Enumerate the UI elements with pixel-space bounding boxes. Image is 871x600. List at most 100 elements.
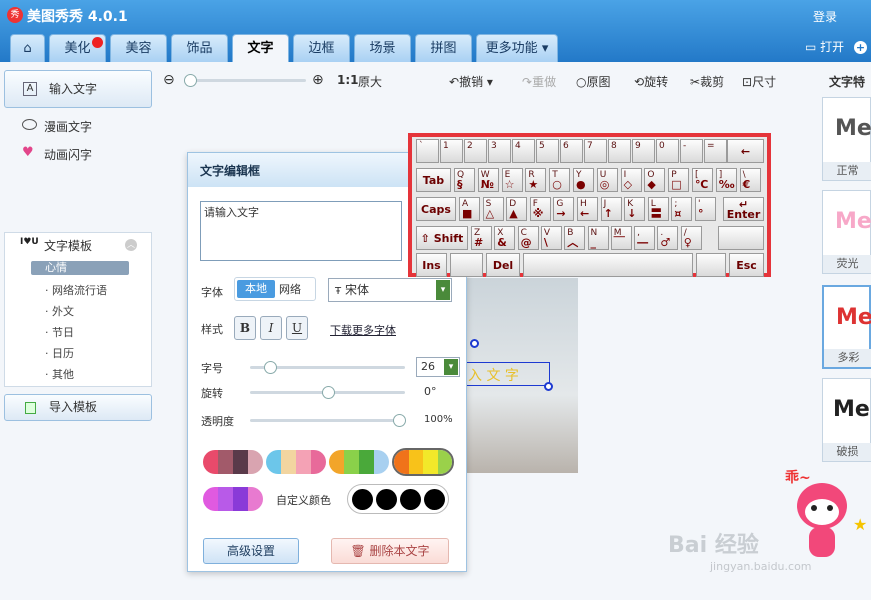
tab-scene[interactable]: 场景 <box>354 34 411 62</box>
original-image-button[interactable]: ○原图 <box>576 73 611 90</box>
zoom-slider[interactable] <box>184 74 306 87</box>
tab-collage[interactable]: 拼图 <box>415 34 472 62</box>
template-sub-calendar[interactable]: · 日历 <box>45 345 74 361</box>
key-=[interactable]: = <box>704 139 727 163</box>
key-M[interactable]: M ￣ <box>610 226 632 250</box>
custom-color-4[interactable] <box>424 489 445 510</box>
login-link[interactable]: 登录 <box>813 8 837 25</box>
font-local-option[interactable]: 本地 <box>237 280 275 298</box>
tab-beautify[interactable]: 美化 <box>49 34 106 62</box>
open-button[interactable]: ▭ 打开 + <box>805 38 868 55</box>
key-3[interactable]: 3 <box>488 139 511 163</box>
effect-glow[interactable]: Me 荧光 <box>822 190 871 274</box>
redo-button[interactable]: ↷重做 <box>522 73 556 90</box>
key-/[interactable]: / ♀ <box>680 226 702 250</box>
key-backslash[interactable]: \ € <box>739 168 761 192</box>
caps-key[interactable]: Caps <box>416 197 456 221</box>
template-sub-mood[interactable]: 心情 <box>31 261 129 275</box>
key-T[interactable]: T ○ <box>549 168 571 192</box>
resize-handle-icon[interactable] <box>544 382 553 391</box>
effect-colorful[interactable]: Me 多彩 <box>822 285 871 369</box>
space-key[interactable] <box>523 253 693 277</box>
key-S[interactable]: S △ <box>482 197 504 221</box>
key-R[interactable]: R ★ <box>525 168 547 192</box>
key-1[interactable]: 1 <box>440 139 463 163</box>
add-icon[interactable]: + <box>854 41 868 54</box>
shift-key[interactable]: ⇧ Shift <box>416 226 468 250</box>
delete-text-button[interactable]: 🗑 删除本文字 <box>331 538 449 564</box>
rotate-slider-knob[interactable] <box>322 386 335 399</box>
key-9[interactable]: 9 <box>632 139 655 163</box>
tab-key[interactable]: Tab <box>416 168 451 192</box>
sidebar-item-comic-text[interactable]: 漫画文字 <box>22 118 92 135</box>
key-C[interactable]: C @ <box>517 226 539 250</box>
sidebar-item-animated-text[interactable]: ♥ 动画闪字 <box>22 145 92 163</box>
custom-color-2[interactable] <box>376 489 397 510</box>
key-W[interactable]: W № <box>477 168 499 192</box>
tab-text[interactable]: 文字 <box>232 34 289 62</box>
key-G[interactable]: G → <box>553 197 575 221</box>
key--[interactable]: - <box>680 139 703 163</box>
key-.[interactable]: . ♂ <box>657 226 679 250</box>
key-F[interactable]: F ※ <box>529 197 551 221</box>
key-D[interactable]: D ▲ <box>506 197 528 221</box>
collapse-icon[interactable]: ︿ <box>125 239 137 251</box>
template-sub-internet[interactable]: · 网络流行语 <box>45 282 107 298</box>
color-preset-4-selected[interactable] <box>392 448 454 476</box>
rotate-button[interactable]: ⟲旋转 <box>634 73 668 90</box>
crop-button[interactable]: ✂裁剪 <box>690 73 724 90</box>
home-tab[interactable]: ⌂ <box>10 34 45 62</box>
effect-broken[interactable]: Mei 破损 <box>822 378 871 462</box>
input-text-button[interactable]: A 输入文字 <box>4 70 152 108</box>
key-,[interactable]: , ― <box>634 226 656 250</box>
key-;[interactable]: ; ¤ <box>671 197 693 221</box>
text-selection-box[interactable]: 入 文 字 <box>465 362 550 386</box>
underline-button[interactable]: U <box>286 316 308 340</box>
esc-key[interactable]: Esc <box>729 253 764 277</box>
custom-color-1[interactable] <box>352 489 373 510</box>
key-J[interactable]: J ↑ <box>600 197 622 221</box>
undo-button[interactable]: ↶撤销 ▾ <box>449 73 493 90</box>
tab-makeup[interactable]: 美容 <box>110 34 167 62</box>
italic-button[interactable]: I <box>260 316 282 340</box>
key-E[interactable]: E ☆ <box>501 168 523 192</box>
download-fonts-link[interactable]: 下载更多字体 <box>330 322 396 338</box>
key-X[interactable]: X & <box>494 226 516 250</box>
import-template-button[interactable]: 导入模板 <box>4 394 152 421</box>
opacity-slider[interactable] <box>250 414 406 427</box>
tab-frame[interactable]: 边框 <box>293 34 350 62</box>
key-5[interactable]: 5 <box>536 139 559 163</box>
tab-more[interactable]: 更多功能 ▾ <box>476 34 558 62</box>
key-Z[interactable]: Z # <box>471 226 492 250</box>
key-][interactable]: ] ‰ <box>715 168 737 192</box>
original-size-button[interactable]: 原大 <box>358 73 382 90</box>
key-2[interactable]: 2 <box>464 139 487 163</box>
template-sub-holiday[interactable]: · 节日 <box>45 324 74 340</box>
font-net-option[interactable]: 网络 <box>279 281 301 297</box>
key-I[interactable]: I ◇ <box>620 168 642 192</box>
size-slider-knob[interactable] <box>264 361 277 374</box>
zoom-out-icon[interactable]: ⊖ <box>163 72 175 88</box>
size-select[interactable]: 26 ▾ <box>416 357 460 377</box>
size-slider[interactable] <box>250 361 405 374</box>
key-P[interactable]: P □ <box>668 168 690 192</box>
enter-key[interactable]: ↵ Enter <box>723 197 764 221</box>
zoom-slider-knob[interactable] <box>184 74 197 87</box>
backspace-key[interactable]: ← <box>727 139 764 163</box>
key-`[interactable]: ` <box>416 139 439 163</box>
ins-key[interactable]: Ins <box>416 253 447 277</box>
key-L[interactable]: L 〓 <box>647 197 669 221</box>
template-sub-other[interactable]: · 其他 <box>45 366 74 382</box>
sidebar-item-templates[interactable]: I♥U 文字模板 <box>20 237 92 254</box>
template-sub-foreign[interactable]: · 外文 <box>45 303 74 319</box>
zoom-in-icon[interactable]: ⊕ <box>312 72 324 88</box>
key-0[interactable]: 0 <box>656 139 679 163</box>
blank-key[interactable] <box>718 226 764 250</box>
blank-key[interactable] <box>450 253 483 277</box>
key-6[interactable]: 6 <box>560 139 583 163</box>
key-8[interactable]: 8 <box>608 139 631 163</box>
key-U[interactable]: U ◎ <box>596 168 618 192</box>
custom-color-3[interactable] <box>400 489 421 510</box>
color-preset-2[interactable] <box>266 450 326 474</box>
bold-button[interactable]: B <box>234 316 256 340</box>
